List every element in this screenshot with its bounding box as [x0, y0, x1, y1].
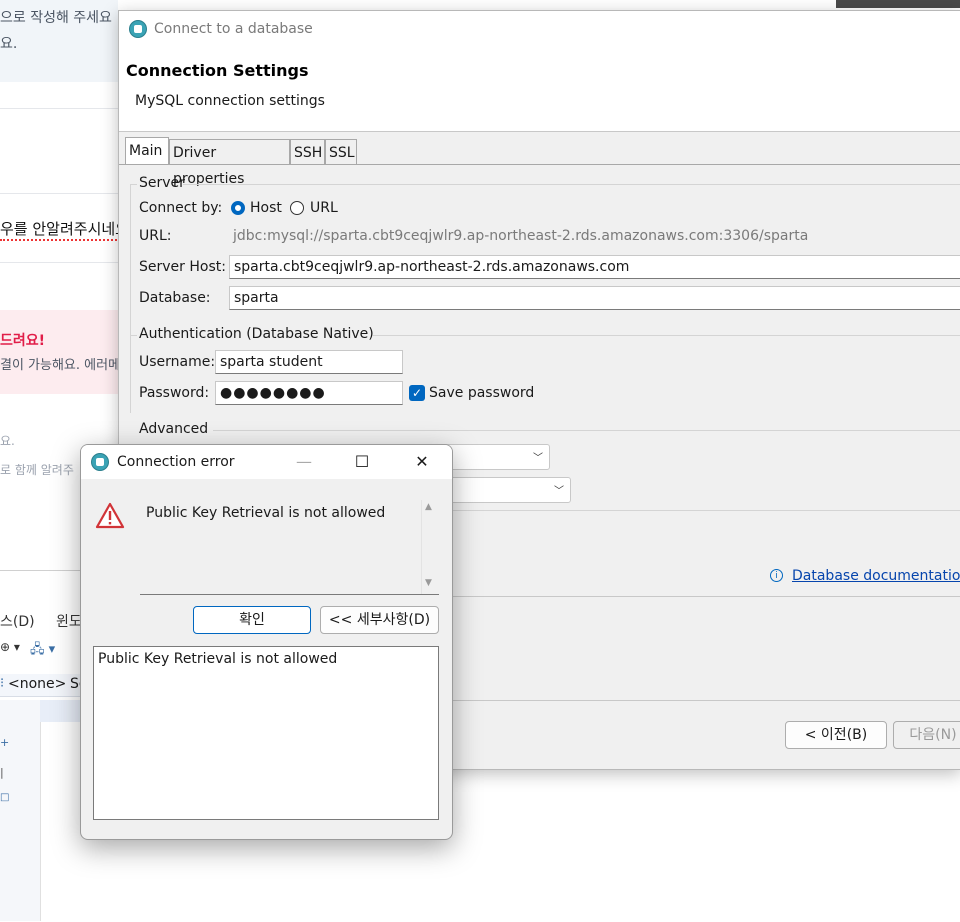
background-text: 으로 작성해 주세요	[0, 10, 112, 26]
header-title: Connection Settings	[126, 61, 309, 80]
buttons-divider	[449, 700, 960, 701]
dbeaver-app-icon	[91, 453, 109, 471]
error-dialog-title: Connection error	[117, 454, 235, 470]
ide-side-icon[interactable]: |	[0, 766, 4, 779]
group-divider	[213, 430, 960, 431]
server-host-input[interactable]: sparta.cbt9ceqjwlr9.ap-northeast-2.rds.a…	[229, 255, 960, 279]
database-documentation-link[interactable]: Database documentation	[792, 568, 960, 584]
ide-toolbar-icon[interactable]: ⊕ ▾	[0, 640, 20, 654]
dbeaver-app-icon	[129, 20, 147, 38]
background-divider	[0, 262, 118, 263]
ide-side-icon[interactable]: □	[0, 792, 9, 803]
background-text: 요.	[0, 36, 18, 52]
chevron-down-icon: ﹀	[533, 453, 543, 464]
password-label: Password:	[139, 385, 210, 401]
advanced-group-label: Advanced	[139, 421, 209, 437]
url-label: URL:	[139, 228, 172, 244]
background-text: 요.	[0, 434, 15, 448]
ide-menu-item[interactable]: 윈도	[56, 611, 82, 631]
group-divider	[130, 335, 137, 336]
tab-main[interactable]: Main	[125, 137, 169, 165]
ide-editor-gutter	[40, 700, 81, 921]
ok-button[interactable]: 확인	[193, 606, 311, 634]
next-button[interactable]: 다음(N)	[893, 721, 960, 749]
connect-by-label: Connect by:	[139, 200, 223, 216]
background-alert-box: 드려요! 결이 가능해요. 에러메	[0, 310, 121, 394]
tabs-divider	[119, 164, 960, 165]
save-password-checkbox[interactable]: ✓	[409, 385, 425, 401]
group-border	[130, 184, 131, 413]
database-label: Database:	[139, 290, 211, 306]
tab-ssh[interactable]: SSH	[290, 139, 325, 165]
host-radio[interactable]	[231, 201, 245, 215]
database-input[interactable]: sparta	[229, 286, 960, 310]
group-divider	[373, 335, 960, 336]
maximize-icon[interactable]: ☐	[339, 445, 385, 479]
error-details-box[interactable]: Public Key Retrieval is not allowed	[93, 646, 439, 820]
warning-icon	[95, 502, 125, 529]
background-dark-bar	[836, 0, 960, 8]
tab-driver-properties[interactable]: Driver properties	[169, 139, 290, 187]
username-input[interactable]: sparta student	[215, 350, 403, 374]
server-group-label: Server	[139, 175, 185, 191]
auth-group-label: Authentication (Database Native)	[139, 326, 374, 342]
group-divider	[449, 510, 960, 511]
dialog-header: Connection Settings MySQL connection set…	[119, 47, 960, 132]
ide-side-icon[interactable]: +	[0, 736, 9, 749]
username-label: Username:	[139, 354, 216, 370]
background-info-box: 으로 작성해 주세요 요.	[0, 0, 118, 82]
minimize-icon[interactable]: —	[281, 445, 327, 479]
background-text: 로 함께 알려주	[0, 463, 74, 477]
ide-db-icon: ⁝	[0, 676, 5, 691]
background-divider	[0, 193, 118, 194]
close-icon[interactable]: ✕	[399, 445, 445, 479]
header-subtitle: MySQL connection settings	[135, 93, 325, 109]
background-alert-title: 드려요!	[0, 333, 46, 349]
error-titlebar: Connection error — ☐ ✕	[81, 445, 452, 479]
error-message-box: Public Key Retrieval is not allowed	[140, 500, 439, 595]
group-divider	[183, 184, 960, 185]
details-button[interactable]: << 세부사항(D)	[320, 606, 439, 634]
dialog-titlebar: Connect to a database	[119, 11, 960, 47]
url-radio-label[interactable]: URL	[310, 200, 338, 216]
chevron-down-icon: ﹀	[554, 486, 564, 497]
message-scrollbar[interactable]: ▲ ▼	[421, 500, 438, 594]
background-divider	[0, 108, 118, 109]
background-alert-text: 결이 가능해요. 에러메	[0, 358, 121, 373]
ide-datasource-label[interactable]: <none>	[8, 676, 66, 692]
back-button[interactable]: < 이전(B)	[785, 721, 887, 749]
background-text-input[interactable]: 우를 안알려주시네요	[0, 218, 129, 241]
scroll-up-icon[interactable]: ▲	[425, 502, 432, 512]
ide-menu-item[interactable]: 스(D)	[0, 611, 35, 631]
info-icon: i	[770, 569, 783, 582]
error-details-text: Public Key Retrieval is not allowed	[98, 651, 338, 667]
group-divider	[130, 184, 137, 185]
url-radio[interactable]	[290, 201, 304, 215]
save-password-label[interactable]: Save password	[429, 385, 534, 401]
tab-ssl[interactable]: SSL	[325, 139, 357, 165]
scroll-down-icon[interactable]: ▼	[425, 578, 432, 588]
url-field[interactable]: jdbc:mysql://sparta.cbt9ceqjwlr9.ap-nort…	[229, 225, 960, 249]
error-message: Public Key Retrieval is not allowed	[146, 505, 386, 521]
connection-error-dialog: Connection error — ☐ ✕ Public Key Retrie…	[80, 444, 453, 840]
password-input[interactable]: ●●●●●●●●	[215, 381, 403, 405]
server-host-label: Server Host:	[139, 259, 226, 275]
ide-toolbar-icon[interactable]: 🖧 ▾	[30, 640, 55, 662]
group-divider	[449, 596, 960, 597]
host-radio-label[interactable]: Host	[250, 200, 282, 216]
dialog-title: Connect to a database	[154, 21, 313, 37]
